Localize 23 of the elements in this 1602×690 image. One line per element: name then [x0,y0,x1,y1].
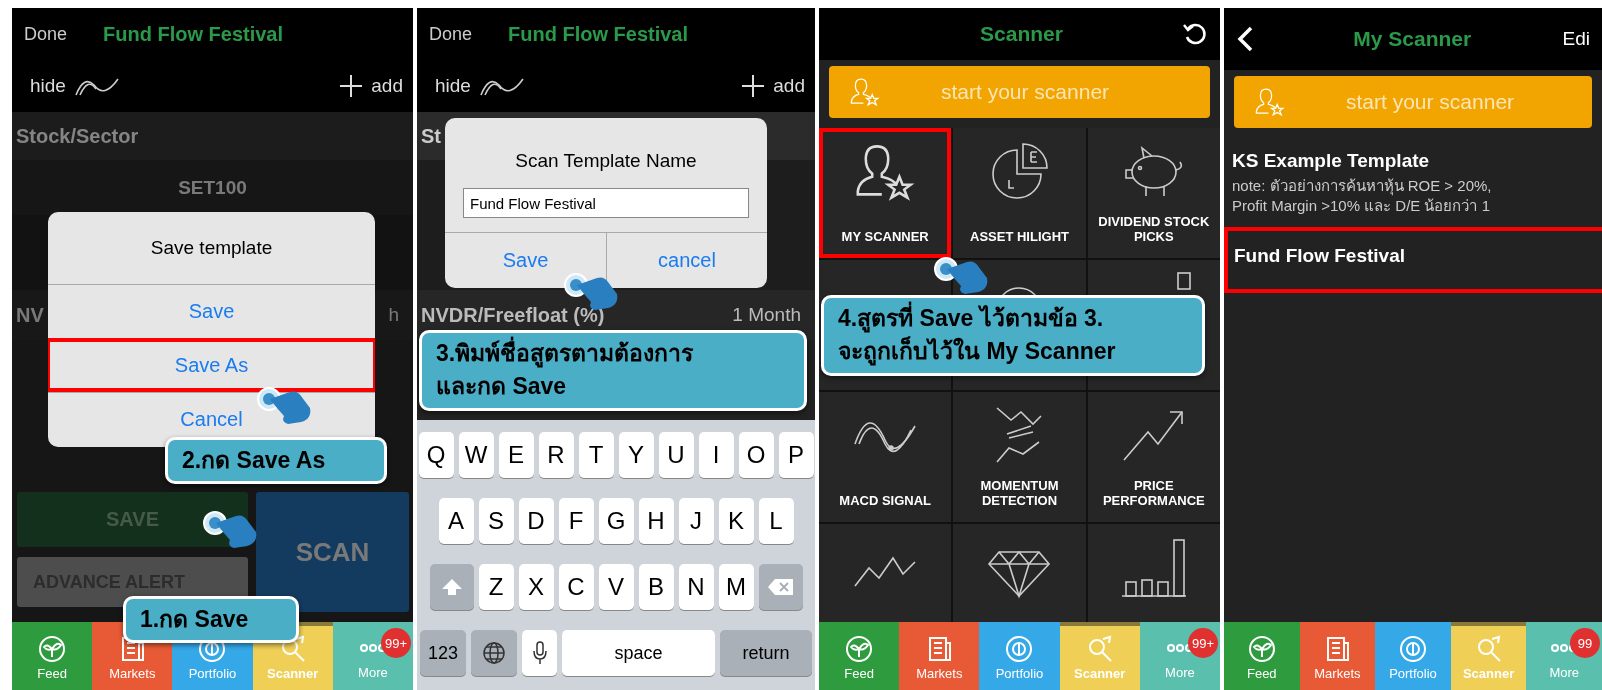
dialog-title: Scan Template Name [514,149,698,173]
template-name: KS Example Template [1232,150,1431,172]
screen-title: Fund Flow Festival [103,22,284,46]
section-heading: St [421,124,441,148]
notification-badge: 99+ [1188,628,1218,658]
parameter-label: NVDR/Freefloat (%) [421,303,605,327]
parameter-label: NV [16,303,44,327]
screen-title: My Scanner [1352,27,1473,51]
instruction-tooltip: 1.กด Save [123,596,299,644]
instruction-tooltip: 3.พิมพ์ชื่อสูตรตามต้องการ และกด Save [419,330,807,411]
screen-title: Fund Flow Festival [508,22,689,46]
instruction-tooltip: 4.สูตรที่ Save ไว้ตามข้อ 3. จะถูกเก็บไว้ใน My Scanner [821,295,1205,376]
template-note: note: ตัวอย่างการค้นหาหุ้น ROE > 20%, Profit Margin >10% และ D/E น้อยกว่า 1 [1232,176,1493,215]
notification-badge: 99+ [381,628,411,658]
dialog-title: Save template [149,236,274,260]
stock-value: SET100 [12,160,413,215]
parameter-value: h [387,304,400,326]
screen-title: Scanner [979,22,1064,46]
notification-badge: 99 [1570,628,1600,658]
section-heading: Stock/Sector [16,124,139,148]
parameter-value: 1 Month [731,304,802,326]
instruction-tooltip: 2.กด Save As [165,437,387,485]
template-name: Fund Flow Festival [1234,245,1406,267]
